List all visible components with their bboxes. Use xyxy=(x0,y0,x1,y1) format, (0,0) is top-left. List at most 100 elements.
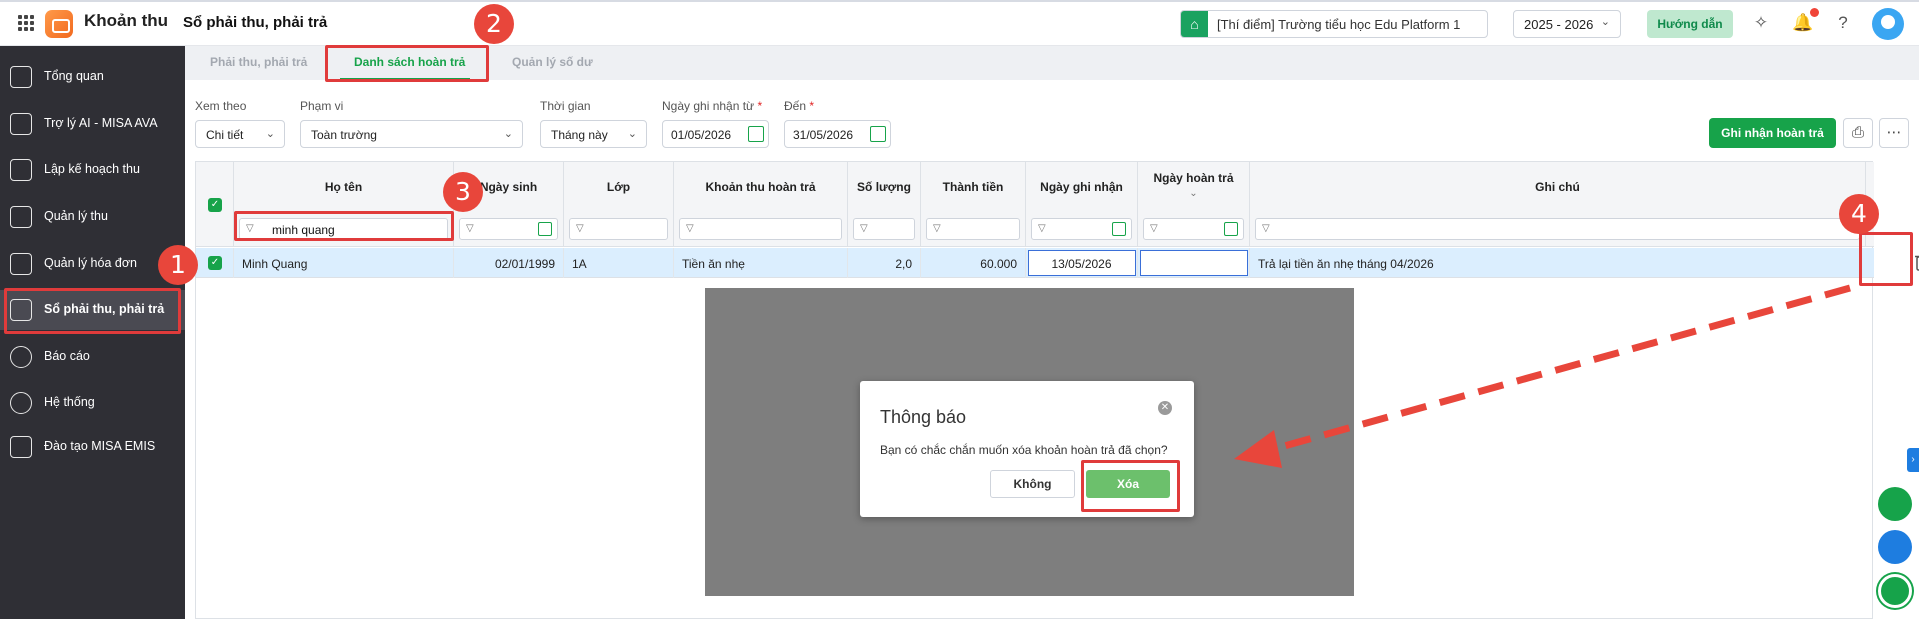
dialog-message: Bạn có chắc chắn muốn xóa khoản hoàn trả… xyxy=(880,443,1168,457)
calendar-icon[interactable] xyxy=(1224,222,1238,236)
sidebar-item-collection[interactable]: Quản lý thu xyxy=(0,197,185,237)
step-badge-2: 2 xyxy=(474,4,514,44)
chart-bars-icon xyxy=(10,66,32,88)
filter-icon: ▽ xyxy=(466,223,474,234)
book-icon xyxy=(10,436,32,458)
tab-balance[interactable]: Quản lý số dư xyxy=(512,55,593,69)
dob-filter-input[interactable]: ▽ xyxy=(459,218,558,240)
refund-date-filter-input[interactable]: ▽ xyxy=(1143,218,1244,240)
scope-select[interactable]: Toàn trường ⌄ xyxy=(300,120,523,148)
sidebar-item-label: Quản lý thu xyxy=(44,209,108,223)
sidebar-item-label: Đào tạo MISA EMIS xyxy=(44,439,156,453)
refund-date-editor[interactable] xyxy=(1140,250,1248,276)
select-all-column: ✓ xyxy=(196,162,234,247)
record-refund-button[interactable]: Ghi nhận hoàn trả xyxy=(1709,118,1836,148)
from-date-field[interactable]: 01/05/2026 xyxy=(662,120,769,148)
filter-icon: ▽ xyxy=(686,223,694,234)
sidebar-item-plan[interactable]: Lập kế hoạch thu xyxy=(0,150,185,190)
sidebar-item-ai-assistant[interactable]: Trợ lý AI - MISA AVA xyxy=(0,104,185,144)
sparkle-icon xyxy=(10,113,32,135)
sidebar-item-system[interactable]: Hệ thống xyxy=(0,383,185,423)
step-badge-1: 1 xyxy=(158,245,198,285)
cell-dob: 02/01/1999 xyxy=(454,248,564,278)
cell-refund-date[interactable] xyxy=(1138,248,1250,278)
chevron-right-icon[interactable]: › xyxy=(1907,448,1919,472)
time-value: Tháng này xyxy=(551,128,608,142)
more-icon[interactable]: ⋯ xyxy=(1879,118,1909,148)
view-select[interactable]: Chi tiết ⌄ xyxy=(195,120,285,148)
close-icon[interactable]: ✕ xyxy=(1158,401,1172,415)
school-selector[interactable]: ⌂ [Thí điểm] Trường tiểu học Edu Platfor… xyxy=(1180,10,1488,38)
top-border xyxy=(0,0,1919,2)
time-select[interactable]: Tháng này ⌄ xyxy=(540,120,647,148)
filter-icon: ▽ xyxy=(1262,223,1270,234)
column-header: Ghi chú xyxy=(1535,180,1580,194)
gear-icon xyxy=(10,392,32,414)
calendar-icon[interactable] xyxy=(870,126,886,142)
filter-icon: ▽ xyxy=(1038,223,1046,234)
rocket-icon[interactable] xyxy=(1878,530,1912,564)
note-filter-input[interactable]: ▽ xyxy=(1255,218,1860,240)
cell-qty: 2,0 xyxy=(848,248,921,278)
cell-name: Minh Quang xyxy=(234,248,454,278)
sidebar-item-label: Hệ thống xyxy=(44,395,95,409)
column-refund-date: Ngày hoàn trả ⌄ ▽ xyxy=(1138,162,1250,247)
tab-receivable-payable[interactable]: Phải thu, phải trả xyxy=(210,55,307,69)
to-date-field[interactable]: 31/05/2026 xyxy=(784,120,891,148)
column-header: Khoản thu hoàn trả xyxy=(705,180,816,194)
table-row[interactable]: ✓ Minh Quang 02/01/1999 1A Tiền ăn nhẹ 2… xyxy=(196,248,1874,278)
app-grid-icon[interactable] xyxy=(18,15,34,31)
recorded-date-filter-input[interactable]: ▽ xyxy=(1031,218,1132,240)
chevron-down-icon: ⌄ xyxy=(1600,16,1610,28)
chevron-down-icon[interactable]: ⌄ xyxy=(1138,188,1249,199)
cell-value: Minh Quang xyxy=(242,257,308,271)
pie-chart-icon xyxy=(10,346,32,368)
amount-filter-input[interactable]: ▽ xyxy=(926,218,1020,240)
top-bar: Khoản thu Sổ phải thu, phải trả ⌂ [Thí đ… xyxy=(0,0,1919,46)
app-title: Khoản thu xyxy=(84,11,169,30)
chat-icon[interactable] xyxy=(1878,574,1912,608)
sidebar-item-training[interactable]: Đào tạo MISA EMIS xyxy=(0,427,185,467)
calendar-icon[interactable] xyxy=(538,222,552,236)
lightbulb-icon[interactable] xyxy=(1878,487,1912,521)
column-qty: Số lượng ▽ xyxy=(848,162,921,247)
cell-recorded-date[interactable]: 13/05/2026 xyxy=(1026,248,1138,278)
avatar[interactable] xyxy=(1872,8,1904,40)
delete-row-icon[interactable] xyxy=(1915,253,1919,271)
help-icon[interactable]: ? xyxy=(1832,12,1854,34)
column-header: Số lượng xyxy=(857,180,911,194)
sidebar-item-label: Lập kế hoạch thu xyxy=(44,162,140,176)
column-recorded-date: Ngày ghi nhận ▽ xyxy=(1026,162,1138,247)
notification-dot xyxy=(1810,8,1819,17)
calendar-icon[interactable] xyxy=(748,126,764,142)
highlight-sidebar-ledger xyxy=(4,288,181,334)
cell-value: 1A xyxy=(572,257,587,271)
step-badge-3: 3 xyxy=(443,172,483,212)
fee-filter-input[interactable]: ▽ xyxy=(679,218,842,240)
required-mark: * xyxy=(809,99,815,113)
cancel-button[interactable]: Không xyxy=(990,470,1075,498)
page-title: Sổ phải thu, phải trả xyxy=(183,14,328,31)
select-all-checkbox[interactable]: ✓ xyxy=(208,198,222,212)
highlight-delete-icon xyxy=(1859,232,1913,286)
guide-button[interactable]: Hướng dẫn xyxy=(1647,10,1733,38)
chevron-down-icon: ⌄ xyxy=(627,128,637,140)
print-icon[interactable]: ⎙ xyxy=(1843,118,1873,148)
chevron-down-icon: ⌄ xyxy=(503,128,513,140)
sidebar-item-reports[interactable]: Báo cáo xyxy=(0,337,185,377)
app-logo xyxy=(45,10,73,38)
school-year-value: 2025 - 2026 xyxy=(1524,17,1594,32)
filter-icon: ▽ xyxy=(933,223,941,234)
invoice-icon xyxy=(10,253,32,275)
school-year-select[interactable]: 2025 - 2026 ⌄ xyxy=(1513,10,1621,38)
sidebar-item-label: Quản lý hóa đơn xyxy=(44,256,137,270)
row-checkbox[interactable]: ✓ xyxy=(208,256,222,270)
calendar-icon[interactable] xyxy=(1112,222,1126,236)
column-header: Ngày ghi nhận xyxy=(1040,180,1123,194)
sidebar-item-overview[interactable]: Tổng quan xyxy=(0,57,185,97)
class-filter-input[interactable]: ▽ xyxy=(569,218,668,240)
sparkle-icon[interactable]: ✧ xyxy=(1750,12,1772,34)
dashed-arrow xyxy=(1234,284,1851,468)
qty-filter-input[interactable]: ▽ xyxy=(853,218,915,240)
money-hand-icon xyxy=(10,206,32,228)
